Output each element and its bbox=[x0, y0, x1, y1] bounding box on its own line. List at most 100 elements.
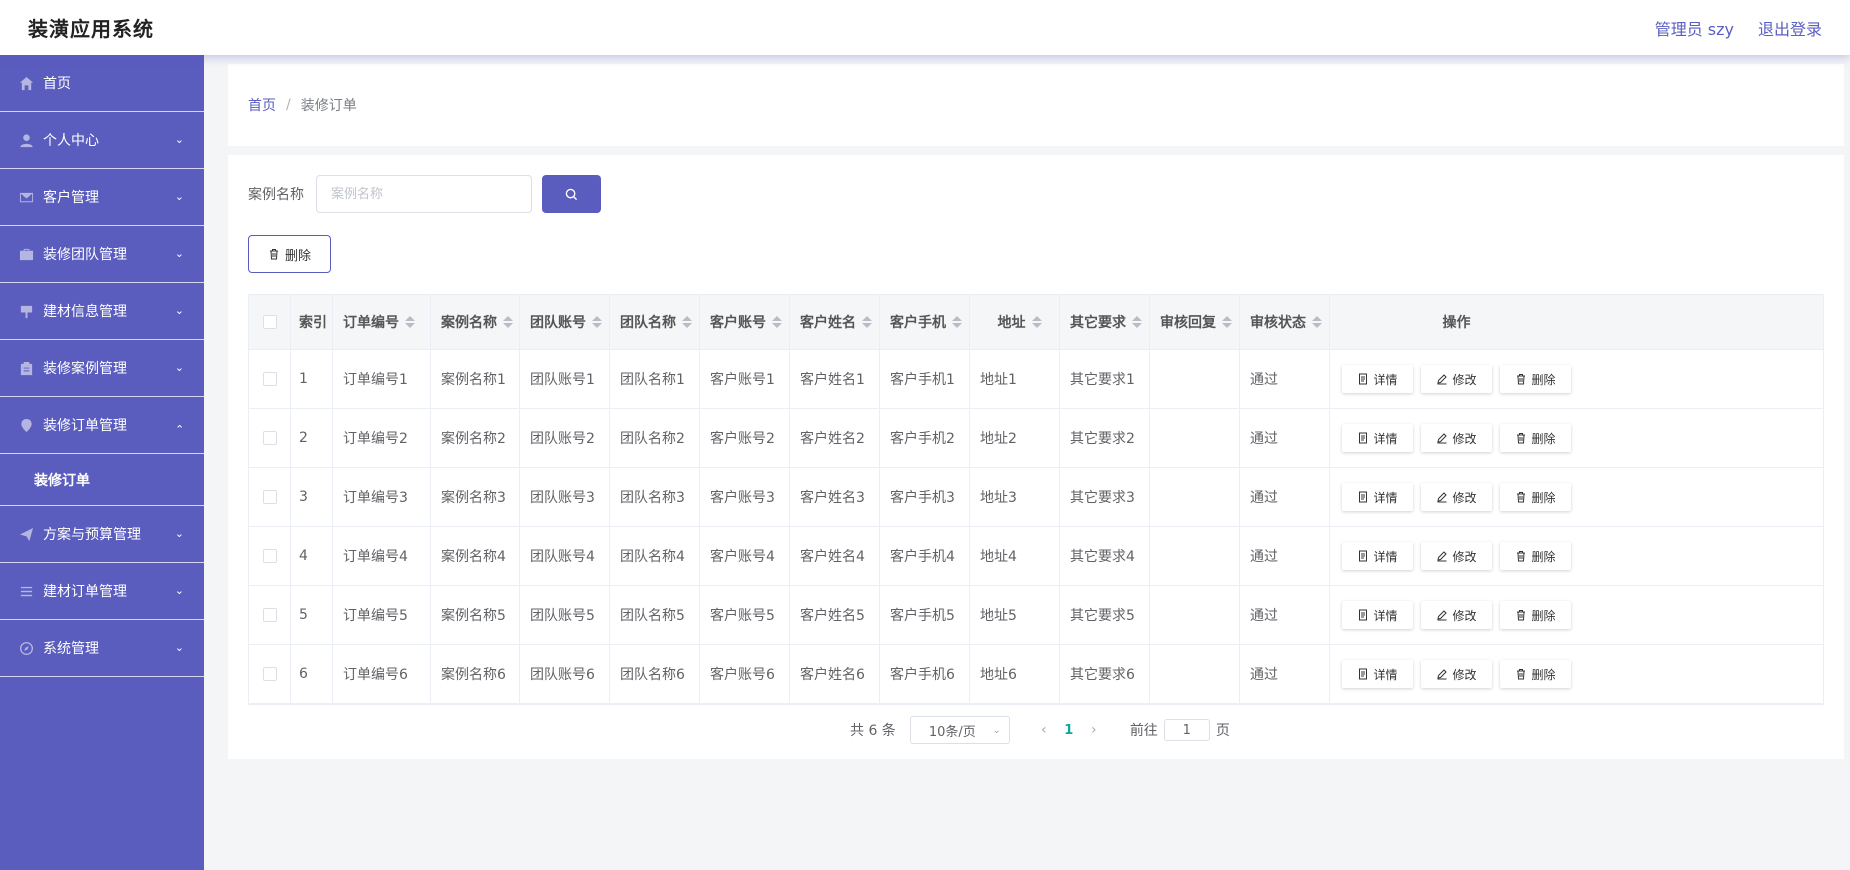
table-row: 1 订单编号1 案例名称1 团队账号1 团队名称1 客户账号1 客户姓名1 客户手机1 地址1 其… bbox=[249, 350, 1823, 409]
page-size-value: 10条/页 bbox=[928, 724, 976, 740]
breadcrumb: 首页 / 装修订单 bbox=[228, 64, 1844, 146]
sidebar-item-system-management[interactable]: 系统管理 ⌄ bbox=[0, 620, 204, 677]
cell-review-status: 通过 bbox=[1240, 586, 1330, 644]
search-button[interactable] bbox=[542, 175, 601, 213]
briefcase-icon bbox=[18, 246, 34, 262]
delete-button[interactable]: 删除 bbox=[1500, 542, 1571, 570]
cell-customer-name: 客户姓名3 bbox=[790, 468, 880, 526]
cell-index: 5 bbox=[291, 586, 333, 644]
batch-delete-button[interactable]: 删除 bbox=[248, 235, 331, 273]
column-header-other-req[interactable]: 其它要求 bbox=[1060, 295, 1150, 349]
sidebar-item-plan-budget-management[interactable]: 方案与预算管理 ⌄ bbox=[0, 506, 204, 563]
cell-customer-account: 客户账号2 bbox=[700, 409, 790, 467]
delete-label: 删除 bbox=[1531, 372, 1556, 387]
case-name-search-input[interactable] bbox=[316, 175, 532, 213]
next-page-button[interactable]: › bbox=[1084, 722, 1104, 738]
row-select-cell bbox=[249, 409, 291, 467]
chevron-down-icon: ⌄ bbox=[992, 724, 1001, 736]
row-actions: 详情 修改 删除 bbox=[1330, 645, 1583, 703]
delete-button[interactable]: 删除 bbox=[1500, 365, 1571, 393]
sidebar-item-label: 首页 bbox=[43, 76, 71, 92]
sidebar-item-customer-management[interactable]: 客户管理 ⌄ bbox=[0, 169, 204, 226]
delete-button[interactable]: 删除 bbox=[1500, 660, 1571, 688]
cell-review-status: 通过 bbox=[1240, 527, 1330, 585]
current-user-label[interactable]: 管理员 szy bbox=[1655, 16, 1734, 40]
column-header-team-account[interactable]: 团队账号 bbox=[520, 295, 610, 349]
sidebar-item-label: 装修团队管理 bbox=[43, 247, 127, 263]
sidebar-item-case-management[interactable]: 装修案例管理 ⌄ bbox=[0, 340, 204, 397]
detail-button[interactable]: 详情 bbox=[1342, 601, 1413, 629]
goto-page-input[interactable] bbox=[1163, 719, 1210, 741]
sidebar-item-order-management[interactable]: 装修订单管理 ⌄ bbox=[0, 397, 204, 454]
cell-team-account: 团队账号4 bbox=[520, 527, 610, 585]
column-header-customer-phone[interactable]: 客户手机 bbox=[880, 295, 970, 349]
row-checkbox[interactable] bbox=[263, 490, 277, 504]
row-checkbox[interactable] bbox=[263, 431, 277, 445]
compass-icon bbox=[18, 640, 34, 656]
detail-button[interactable]: 详情 bbox=[1342, 424, 1413, 452]
search-label: 案例名称 bbox=[248, 187, 304, 203]
row-checkbox[interactable] bbox=[263, 608, 277, 622]
edit-icon bbox=[1437, 610, 1448, 621]
row-checkbox[interactable] bbox=[263, 372, 277, 386]
column-header-label: 索引 bbox=[299, 315, 327, 331]
sort-icon bbox=[1132, 316, 1142, 328]
edit-button[interactable]: 修改 bbox=[1421, 424, 1492, 452]
page-size-select[interactable]: 10条/页 ⌄ bbox=[909, 716, 1010, 744]
sidebar-item-personal-center[interactable]: 个人中心 ⌄ bbox=[0, 112, 204, 169]
row-checkbox[interactable] bbox=[263, 549, 277, 563]
row-actions: 详情 修改 删除 bbox=[1330, 350, 1583, 408]
row-actions: 详情 修改 删除 bbox=[1330, 586, 1583, 644]
delete-button[interactable]: 删除 bbox=[1500, 483, 1571, 511]
breadcrumb-separator: / bbox=[286, 97, 291, 113]
edit-button[interactable]: 修改 bbox=[1421, 660, 1492, 688]
edit-label: 修改 bbox=[1452, 372, 1477, 387]
sidebar-subitem-decoration-order[interactable]: 装修订单 bbox=[0, 454, 204, 506]
cell-case-name: 案例名称5 bbox=[431, 586, 520, 644]
column-header-review-status[interactable]: 审核状态 bbox=[1240, 295, 1330, 349]
cell-team-account: 团队账号5 bbox=[520, 586, 610, 644]
sidebar-item-material-order-management[interactable]: 建材订单管理 ⌄ bbox=[0, 563, 204, 620]
column-header-customer-account[interactable]: 客户账号 bbox=[700, 295, 790, 349]
cell-review-status: 通过 bbox=[1240, 409, 1330, 467]
detail-button[interactable]: 详情 bbox=[1342, 483, 1413, 511]
row-actions: 详情 修改 删除 bbox=[1330, 527, 1583, 585]
delete-button[interactable]: 删除 bbox=[1500, 601, 1571, 629]
edit-button[interactable]: 修改 bbox=[1421, 542, 1492, 570]
detail-button[interactable]: 详情 bbox=[1342, 365, 1413, 393]
edit-button[interactable]: 修改 bbox=[1421, 601, 1492, 629]
column-header-address[interactable]: 地址 bbox=[970, 295, 1060, 349]
detail-button[interactable]: 详情 bbox=[1342, 660, 1413, 688]
column-header-order-no[interactable]: 订单编号 bbox=[333, 295, 431, 349]
row-checkbox[interactable] bbox=[263, 667, 277, 681]
chevron-up-icon: ⌄ bbox=[174, 421, 184, 435]
column-header-customer-name[interactable]: 客户姓名 bbox=[790, 295, 880, 349]
column-header-label: 团队账号 bbox=[530, 315, 586, 331]
column-header-team-name[interactable]: 团队名称 bbox=[610, 295, 700, 349]
select-all-checkbox[interactable] bbox=[263, 315, 277, 329]
logout-link[interactable]: 退出登录 bbox=[1758, 16, 1822, 40]
column-header-review-reply[interactable]: 审核回复 bbox=[1150, 295, 1240, 349]
location-icon bbox=[18, 417, 34, 433]
cell-customer-account: 客户账号3 bbox=[700, 468, 790, 526]
cell-customer-phone: 客户手机1 bbox=[880, 350, 970, 408]
cell-team-account: 团队账号1 bbox=[520, 350, 610, 408]
page-number-current[interactable]: 1 bbox=[1054, 723, 1084, 738]
column-header-label: 操作 bbox=[1442, 315, 1471, 331]
column-header-case-name[interactable]: 案例名称 bbox=[431, 295, 520, 349]
page-suffix: 页 bbox=[1215, 723, 1230, 739]
sidebar-item-team-management[interactable]: 装修团队管理 ⌄ bbox=[0, 226, 204, 283]
cell-order-no: 订单编号6 bbox=[333, 645, 431, 703]
sidebar-item-material-management[interactable]: 建材信息管理 ⌄ bbox=[0, 283, 204, 340]
detail-button[interactable]: 详情 bbox=[1342, 542, 1413, 570]
table-body: 1 订单编号1 案例名称1 团队账号1 团队名称1 客户账号1 客户姓名1 客户手机1 地址1 其… bbox=[249, 350, 1823, 704]
breadcrumb-home-link[interactable]: 首页 bbox=[248, 95, 276, 115]
edit-button[interactable]: 修改 bbox=[1421, 365, 1492, 393]
sidebar-item-home[interactable]: 首页 bbox=[0, 55, 204, 112]
document-icon bbox=[1359, 373, 1368, 385]
edit-icon bbox=[1437, 669, 1448, 680]
edit-button[interactable]: 修改 bbox=[1421, 483, 1492, 511]
prev-page-button[interactable]: ‹ bbox=[1034, 722, 1054, 738]
cell-customer-name: 客户姓名1 bbox=[790, 350, 880, 408]
delete-button[interactable]: 删除 bbox=[1500, 424, 1571, 452]
